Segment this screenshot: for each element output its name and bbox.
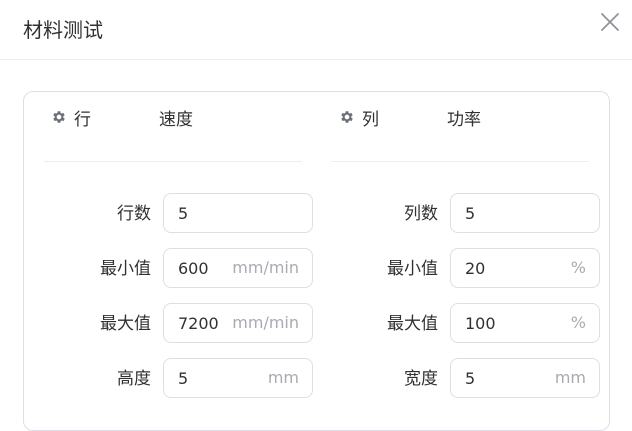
row-max-speed-input[interactable] xyxy=(164,305,238,341)
column-min-label: 最小值 xyxy=(387,259,438,279)
gear-icon[interactable] xyxy=(51,109,67,125)
column-max-power-input[interactable] xyxy=(451,305,525,341)
column-count-label: 列数 xyxy=(404,204,438,224)
material-test-dialog: 材料测试 行 速度 列 功率 行数 5 最小值 600 mm/min 最大值 7… xyxy=(0,0,632,431)
column-width-input[interactable] xyxy=(451,360,525,396)
row-height-input[interactable] xyxy=(164,360,238,396)
column-count-field[interactable] xyxy=(450,193,600,233)
column-width-label: 宽度 xyxy=(404,369,438,389)
column-min-power-input[interactable] xyxy=(451,250,525,286)
column-count-input[interactable] xyxy=(451,195,525,231)
column-min-power-field[interactable]: % xyxy=(450,248,600,288)
column-parameter-label: 功率 xyxy=(447,109,481,130)
row-section-header: 行 xyxy=(51,105,91,130)
column-section-title: 列 xyxy=(362,109,379,130)
column-max-label: 最大值 xyxy=(387,314,438,334)
column-width-field[interactable]: mm xyxy=(450,358,600,398)
row-height-unit: mm xyxy=(267,368,299,387)
row-count-field[interactable] xyxy=(163,193,313,233)
column-max-power-field[interactable]: % xyxy=(450,303,600,343)
gear-icon[interactable] xyxy=(339,109,355,125)
row-min-unit: mm/min xyxy=(232,258,299,277)
row-max-unit: mm/min xyxy=(232,313,299,332)
dialog-title: 材料测试 xyxy=(23,18,103,42)
column-divider xyxy=(331,161,589,162)
row-count-input[interactable] xyxy=(164,195,238,231)
row-min-speed-input[interactable] xyxy=(164,250,238,286)
row-min-label: 最小值 xyxy=(100,259,151,279)
row-parameter-label: 速度 xyxy=(159,109,193,130)
close-icon[interactable] xyxy=(598,10,622,34)
row-height-field[interactable]: mm xyxy=(163,358,313,398)
row-divider xyxy=(44,161,302,162)
column-width-unit: mm xyxy=(554,368,586,387)
row-count-label: 行数 xyxy=(117,204,151,224)
column-max-unit: % xyxy=(570,313,586,332)
row-max-speed-field[interactable]: mm/min xyxy=(163,303,313,343)
row-min-speed-field[interactable]: mm/min xyxy=(163,248,313,288)
column-parameter: 功率 xyxy=(447,105,481,130)
dialog-header: 材料测试 xyxy=(0,0,632,60)
column-min-unit: % xyxy=(570,258,586,277)
row-height-label: 高度 xyxy=(117,369,151,389)
row-parameter: 速度 xyxy=(159,105,193,130)
column-section-header: 列 xyxy=(339,105,379,130)
row-max-label: 最大值 xyxy=(100,314,151,334)
row-section-title: 行 xyxy=(74,109,91,130)
